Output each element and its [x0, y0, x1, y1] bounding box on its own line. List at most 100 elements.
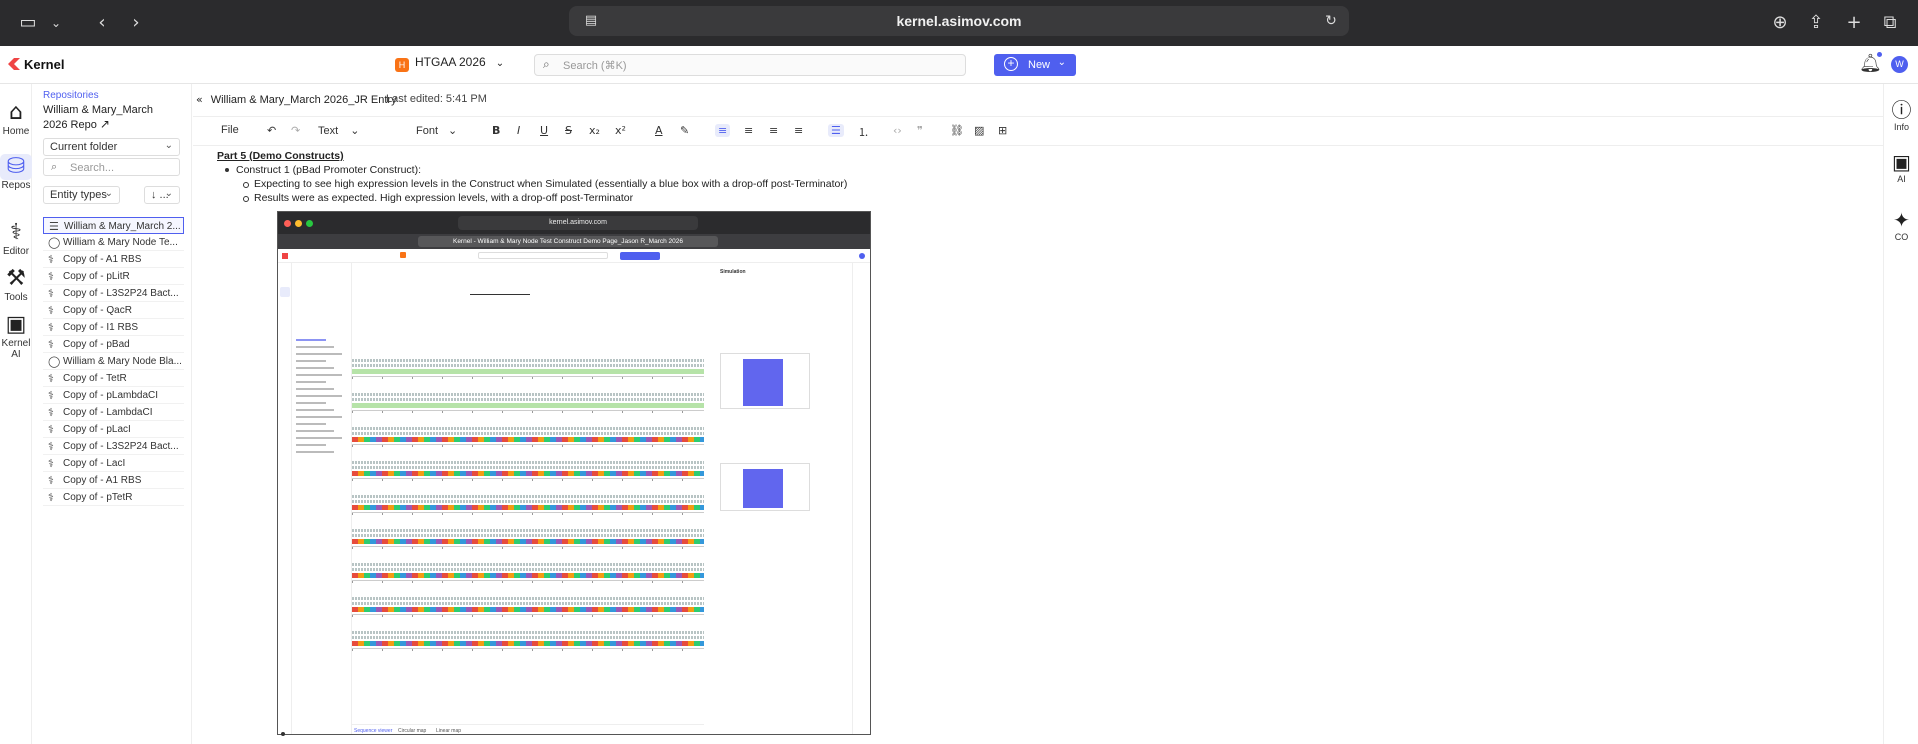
folder-select[interactable]: Current folder ⌄ — [43, 138, 180, 156]
folder-select-value: Current folder — [50, 141, 118, 153]
embedded-url: kernel.asimov.com — [458, 216, 698, 230]
dna-icon: ⚕ — [48, 423, 54, 436]
tabs-overview-icon[interactable]: ⧉ — [1878, 11, 1902, 35]
font-select[interactable]: Font ⌄ — [416, 124, 457, 137]
numbered-list-icon[interactable]: ⒈ — [858, 124, 869, 140]
redo-icon[interactable]: ↷ — [291, 124, 300, 137]
file-menu[interactable]: File — [221, 124, 239, 136]
chevron-down-icon[interactable]: ⌄ — [44, 11, 68, 35]
kernel-logo-icon — [8, 58, 20, 70]
text-style-select[interactable]: Text ⌄ — [318, 124, 359, 137]
embedded-sidebar-row — [296, 395, 342, 397]
notification-dot — [1877, 52, 1882, 57]
file-list-item[interactable]: ⚕ Copy of - L3S2P24 Bact... — [43, 438, 184, 455]
file-list-item[interactable]: ⚕ Copy of - L3S2P24 Bact... — [43, 285, 184, 302]
embedded-chart-2 — [720, 463, 810, 511]
embedded-logo-icon — [282, 253, 288, 259]
chevron-down-icon: ⌄ — [104, 188, 113, 199]
breadcrumb-repositories[interactable]: Repositories — [43, 90, 99, 101]
file-list-item[interactable]: ⚕ Copy of - QacR — [43, 302, 184, 319]
align-left-icon[interactable]: ≡ — [715, 124, 731, 137]
rail-editor[interactable]: ⚕ Editor — [0, 220, 32, 257]
embedded-sequence-block — [352, 427, 704, 450]
justify-icon[interactable]: ≡ — [794, 124, 803, 137]
file-list-item-label: Copy of - pBad — [63, 339, 130, 350]
rail-info[interactable]: ⓘ Info — [1884, 98, 1918, 132]
embedded-sequence-block — [352, 529, 704, 552]
share-icon[interactable]: ⇪ — [1804, 11, 1828, 35]
embedded-sidebar-row — [296, 381, 326, 383]
new-button[interactable]: + New ⌄ — [994, 54, 1076, 76]
image-icon[interactable]: ▨ — [974, 124, 984, 137]
file-list-item[interactable]: ⚕ Copy of - TetR — [43, 370, 184, 387]
avatar[interactable]: W — [1891, 56, 1908, 73]
file-list-item[interactable]: ☰ William & Mary_March 2... — [43, 217, 184, 234]
embedded-tab-sequence-viewer: Sequence viewer — [354, 728, 393, 734]
code-icon[interactable]: ‹› — [893, 124, 902, 137]
file-list-item-label: Copy of - I1 RBS — [63, 322, 139, 333]
file-list-item[interactable]: ⚕ Copy of - LacI — [43, 455, 184, 472]
table-icon[interactable]: ⊞ — [998, 124, 1007, 137]
file-list-item[interactable]: ⚕ Copy of - pLacI — [43, 421, 184, 438]
subscript-icon[interactable]: x₂ — [589, 124, 600, 137]
highlight-icon[interactable]: ✎ — [680, 124, 689, 137]
embedded-screenshot-image[interactable]: kernel.asimov.com Kernel - William & Mar… — [277, 211, 871, 735]
sidebar-search-input[interactable]: ⌕ Search... — [43, 158, 180, 176]
file-list-item[interactable]: ⚕ Copy of - A1 RBS — [43, 472, 184, 489]
search-icon: ⌕ — [543, 57, 550, 71]
new-label: New — [1028, 59, 1051, 71]
download-icon[interactable]: ⊕ — [1768, 11, 1792, 35]
file-list-item[interactable]: ⚕ Copy of - A1 RBS — [43, 251, 184, 268]
rail-repos[interactable]: ⛁ Repos — [0, 154, 32, 191]
underline-icon[interactable]: U — [540, 124, 548, 137]
file-list-item[interactable]: ⚕ Copy of - pTetR — [43, 489, 184, 506]
quote-icon[interactable]: ❞ — [917, 124, 923, 137]
bold-icon[interactable]: B — [492, 124, 500, 137]
rail-kernel-ai[interactable]: ▣ Kernel AI — [0, 312, 32, 360]
file-list-item[interactable]: ⚕ Copy of - pLitR — [43, 268, 184, 285]
entity-types-select[interactable]: Entity types ⌄ — [43, 186, 120, 204]
bullet-list-icon[interactable]: ☰ — [828, 124, 844, 137]
superscript-icon[interactable]: x² — [615, 124, 626, 137]
text-color-icon[interactable]: A — [655, 124, 663, 137]
address-bar[interactable]: ▤ kernel.asimov.com ↻ — [569, 6, 1349, 36]
embedded-chart-2-bar — [743, 469, 783, 508]
embedded-simulation-panel: Simulation — [712, 263, 852, 563]
dna-icon: ⚕ — [48, 491, 54, 504]
reload-icon[interactable]: ↻ — [1319, 9, 1343, 33]
rail-co[interactable]: ✦ CO — [1884, 208, 1918, 242]
app-logo[interactable]: Kernel — [8, 57, 64, 72]
strikethrough-icon[interactable]: S — [565, 124, 572, 137]
dna-icon: ⚕ — [10, 220, 22, 245]
link-icon[interactable]: ⛓ — [950, 124, 964, 137]
embedded-sidebar-row — [296, 423, 326, 425]
file-list-item[interactable]: ⚕ Copy of - I1 RBS — [43, 319, 184, 336]
forward-icon[interactable]: › — [124, 11, 148, 35]
file-list-item[interactable]: ⚕ Copy of - LambdaCI — [43, 404, 184, 421]
rail-home[interactable]: ⌂ Home — [0, 100, 32, 137]
sidebar-toggle-icon[interactable]: ▭ — [16, 11, 40, 35]
workspace-selector[interactable]: H HTGAA 2026 ⌄ — [395, 55, 504, 72]
file-list-item[interactable]: ⚕ Copy of - pLambdaCI — [43, 387, 184, 404]
dna-icon: ⚕ — [48, 338, 54, 351]
chevron-down-icon: ⌄ — [164, 140, 173, 151]
rail-ai[interactable]: ▣ AI — [1884, 150, 1918, 184]
file-list-item-label: Copy of - pLambdaCI — [63, 390, 159, 401]
align-center-icon[interactable]: ≡ — [744, 124, 753, 137]
new-tab-icon[interactable]: + — [1842, 11, 1866, 35]
embedded-sequence-block — [352, 393, 704, 416]
italic-icon[interactable]: I — [517, 124, 520, 137]
sort-select[interactable]: ↓ ... ⌄ — [144, 186, 180, 204]
global-search-input[interactable]: ⌕ Search (⌘K) — [534, 54, 966, 76]
align-right-icon[interactable]: ≡ — [769, 124, 778, 137]
file-list-item[interactable]: ◯ William & Mary Node Bla... — [43, 353, 184, 370]
collapse-icon[interactable]: « — [196, 93, 203, 106]
embedded-sidebar-row — [296, 346, 334, 348]
file-list-item[interactable]: ⚕ Copy of - pBad — [43, 336, 184, 353]
file-list-item[interactable]: ◯ William & Mary Node Te... — [43, 234, 184, 251]
embedded-sequence-track — [352, 478, 704, 481]
back-icon[interactable]: ‹ — [90, 11, 114, 35]
rail-tools[interactable]: ⚒ Tools — [0, 266, 32, 303]
external-link-icon[interactable]: ↗ — [100, 117, 110, 131]
undo-icon[interactable]: ↶ — [267, 124, 276, 137]
